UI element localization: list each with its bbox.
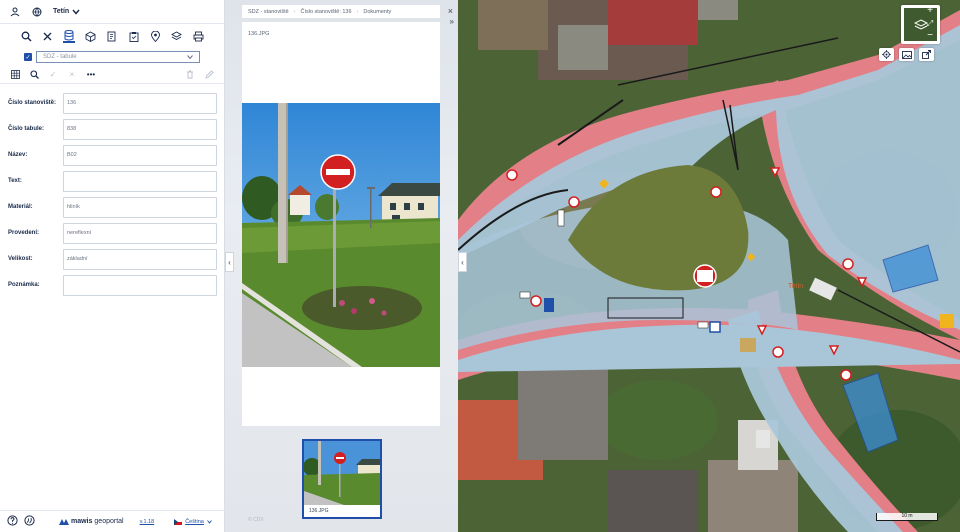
document-thumbnail[interactable]: 136.JPG [302, 439, 382, 519]
field-value-text[interactable] [63, 170, 217, 192]
tools-icon[interactable] [42, 30, 54, 42]
zoom-in-button[interactable]: + [924, 5, 936, 17]
collapse-panel-button[interactable]: ‹ [458, 252, 467, 272]
globe-icon[interactable] [31, 6, 43, 18]
field-label: Název: [8, 152, 28, 158]
document-panel: SDZ - stanoviště › Číslo stanoviště: 136… [225, 0, 458, 532]
form-row: Text: [0, 168, 224, 194]
edit-icon[interactable] [204, 70, 214, 80]
version-link[interactable]: v.1.18 [140, 519, 155, 525]
language-label: Čeština [185, 518, 204, 525]
scale-bar: 10 m [876, 513, 938, 521]
language-selector[interactable]: Čeština [174, 518, 212, 525]
user-icon[interactable] [9, 6, 21, 18]
layer-checkbox[interactable]: ✓ [24, 53, 32, 61]
map-canvas [458, 0, 960, 532]
field-value-tabule[interactable]: 838 [63, 118, 217, 140]
layer-select[interactable]: SDZ - tabule [35, 51, 200, 63]
layer-row: ✓ SDZ - tabule [0, 48, 224, 66]
form-row: Číslo stanoviště: 136 [0, 90, 224, 116]
map-tools [879, 48, 934, 61]
field-label: Provedení: [8, 230, 40, 236]
breadcrumb-separator-icon: › [293, 8, 296, 15]
more-icon[interactable]: ••• [86, 70, 96, 80]
field-value-nazev[interactable]: B02 [63, 144, 217, 166]
search-icon[interactable] [20, 30, 32, 42]
document-filename: 136.JPG [248, 31, 270, 37]
form-row: Číslo tabule: 838 [0, 116, 224, 142]
image-icon[interactable] [899, 48, 914, 61]
town-selector[interactable]: Tetín [53, 8, 80, 15]
top-bar: Tetín [0, 0, 224, 24]
breadcrumb: SDZ - stanoviště › Číslo stanoviště: 136… [242, 5, 440, 18]
field-value-provedeni[interactable]: nereflexní [63, 222, 217, 244]
logo-mark-icon [59, 518, 69, 525]
czech-flag-icon [174, 518, 183, 525]
form-row: Materiál: hliník [0, 194, 224, 220]
left-panel: Tetín ✓ SDZ - tabule ✓ × ••• Číslo stano… [0, 0, 225, 532]
locate-icon[interactable] [879, 48, 894, 61]
chevron-down-icon [72, 9, 80, 15]
collapse-left-button[interactable]: ‹ [225, 252, 234, 272]
logo-bold: mawis [71, 518, 93, 525]
delete-icon[interactable] [185, 70, 195, 80]
watermark: © CDX [248, 517, 264, 523]
share-icon[interactable] [919, 48, 934, 61]
close-icon[interactable]: × [67, 70, 77, 80]
field-label: Text: [8, 178, 22, 184]
cube-icon[interactable] [85, 30, 97, 42]
form-row: Poznámka: [0, 272, 224, 298]
fullscreen-icon[interactable]: ⤢ [924, 18, 936, 30]
thumbnail-caption: 136.JPG [304, 505, 380, 517]
search-feature-icon[interactable] [29, 70, 39, 80]
layers-icon[interactable] [171, 30, 183, 42]
app-logo: mawis geoportal [59, 518, 124, 525]
list-edit-icon[interactable] [106, 30, 118, 42]
document-viewer: 136.JPG [242, 22, 440, 426]
field-value-velikost[interactable]: základní [63, 248, 217, 270]
breadcrumb-separator-icon: › [356, 8, 359, 15]
chevron-down-icon [206, 519, 212, 524]
town-map-label: Tetín [788, 283, 804, 290]
help-icon[interactable] [7, 515, 18, 528]
form-row: Provedení: nereflexní [0, 220, 224, 246]
field-value-material[interactable]: hliník [63, 196, 217, 218]
breadcrumb-item[interactable]: Číslo stanoviště: 136 [301, 9, 352, 15]
action-row: ✓ × ••• [0, 66, 224, 84]
expand-icon[interactable]: » [450, 17, 454, 26]
pin-icon[interactable] [149, 30, 161, 42]
field-value-stanoviste[interactable]: 136 [63, 92, 217, 114]
breadcrumb-item[interactable]: SDZ - stanoviště [248, 9, 289, 15]
check-icon[interactable]: ✓ [48, 70, 58, 80]
close-icon[interactable]: × [448, 6, 453, 16]
table-icon[interactable] [10, 70, 20, 80]
zoom-out-button[interactable]: − [924, 30, 936, 42]
field-label: Číslo tabule: [8, 126, 45, 132]
print-icon[interactable] [192, 30, 204, 42]
town-name: Tetín [53, 8, 70, 15]
attribute-form: Číslo stanoviště: 136 Číslo tabule: 838 Ná… [0, 84, 224, 298]
support-icon[interactable] [24, 515, 35, 528]
layer-select-value: SDZ - tabule [42, 54, 77, 60]
chevron-down-icon [187, 55, 193, 59]
database-icon[interactable] [63, 29, 75, 43]
breadcrumb-item[interactable]: Dokumenty [363, 9, 391, 15]
field-label: Poznámka: [8, 282, 40, 288]
field-label: Velikost: [8, 256, 33, 262]
clipboard-icon[interactable] [128, 30, 140, 42]
form-row: Velikost: základní [0, 246, 224, 272]
map-view[interactable]: Tetín + ⤢ − 10 m [458, 0, 960, 532]
footer-bar: mawis geoportal v.1.18 Čeština [0, 510, 225, 532]
document-photo[interactable] [242, 103, 440, 367]
logo-light: geoportal [94, 518, 124, 525]
field-label: Číslo stanoviště: [8, 100, 57, 106]
form-row: Název: B02 [0, 142, 224, 168]
field-label: Materiál: [8, 204, 33, 210]
tool-row [0, 24, 224, 48]
field-value-poznamka[interactable] [63, 274, 217, 296]
